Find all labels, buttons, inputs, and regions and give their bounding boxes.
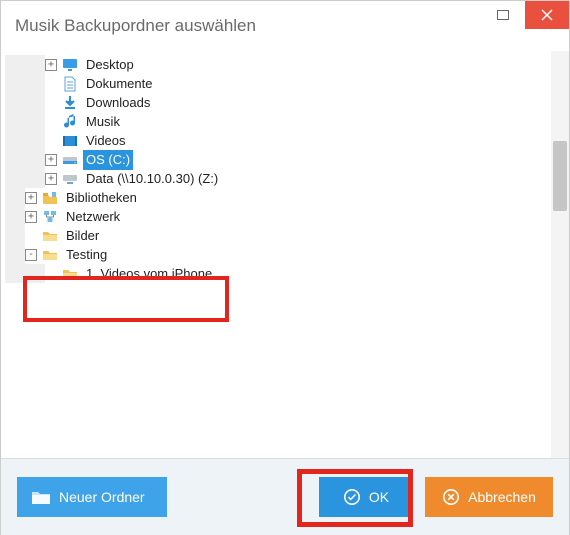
tree-item[interactable]: - Testing	[5, 245, 561, 264]
library-icon	[41, 190, 59, 206]
network-icon	[41, 209, 59, 225]
tree-item-label: OS (C:)	[83, 150, 133, 170]
ok-label: OK	[369, 489, 389, 505]
expander-placeholder	[45, 116, 57, 128]
folder-icon	[31, 489, 51, 505]
tree-item-label: Testing	[63, 245, 110, 265]
titlebar-buttons	[481, 1, 569, 51]
close-circle-icon	[442, 488, 460, 506]
tree-item-label: Data (\\10.10.0.30) (Z:)	[83, 169, 221, 189]
expander-placeholder	[45, 268, 57, 280]
tree-item-label: Netzwerk	[63, 207, 123, 227]
tree-item-label: Musik	[83, 112, 123, 132]
tree-item-label: Bibliotheken	[63, 188, 140, 208]
ok-button[interactable]: OK	[319, 477, 413, 517]
scrollbar-thumb[interactable]	[553, 141, 567, 211]
tree-item-label: Bilder	[63, 226, 102, 246]
folder-tree[interactable]: + DesktopDokumenteDownloadsMusikVideos + OS…	[5, 55, 561, 283]
collapse-icon[interactable]: -	[25, 249, 37, 261]
cancel-button[interactable]: Abbrechen	[425, 477, 553, 517]
tree-item[interactable]: Dokumente	[5, 74, 561, 93]
scrollbar-track[interactable]	[551, 51, 569, 458]
tree-item[interactable]: + OS (C:)	[5, 150, 561, 169]
video-icon	[61, 133, 79, 149]
expander-placeholder	[45, 135, 57, 147]
tree-item[interactable]: 1. Videos vom iPhone	[5, 264, 561, 283]
expand-icon[interactable]: +	[25, 211, 37, 223]
drive-icon	[61, 152, 79, 168]
download-icon	[61, 95, 79, 111]
expand-icon[interactable]: +	[45, 154, 57, 166]
expander-placeholder	[45, 97, 57, 109]
folder-icon	[41, 247, 59, 263]
new-folder-label: Neuer Ordner	[59, 489, 145, 505]
cancel-label: Abbrechen	[468, 489, 536, 505]
folder-icon	[61, 266, 79, 282]
tree-item[interactable]: + Data (\\10.10.0.30) (Z:)	[5, 169, 561, 188]
tree-item-label: Downloads	[83, 93, 153, 113]
expander-placeholder	[25, 230, 37, 242]
tree-item[interactable]: + Bibliotheken	[5, 188, 561, 207]
titlebar: Musik Backupordner auswählen	[1, 1, 569, 51]
maximize-button[interactable]	[481, 1, 525, 29]
tree-item-label: 1. Videos vom iPhone	[83, 264, 215, 284]
folder-icon	[41, 228, 59, 244]
expand-icon[interactable]: +	[45, 173, 57, 185]
tree-item[interactable]: + Netzwerk	[5, 207, 561, 226]
tree-item[interactable]: + Desktop	[5, 55, 561, 74]
tree-item[interactable]: Bilder	[5, 226, 561, 245]
netdrive-icon	[61, 171, 79, 187]
check-circle-icon	[343, 488, 361, 506]
tree-item-label: Dokumente	[83, 74, 155, 94]
tree-item[interactable]: Downloads	[5, 93, 561, 112]
document-icon	[61, 76, 79, 92]
folder-tree-area: + DesktopDokumenteDownloadsMusikVideos + OS…	[1, 51, 569, 459]
new-folder-button[interactable]: Neuer Ordner	[17, 477, 167, 517]
tree-item-label: Videos	[83, 131, 129, 151]
expand-icon[interactable]: +	[25, 192, 37, 204]
music-icon	[61, 114, 79, 130]
expander-placeholder	[45, 78, 57, 90]
tree-item[interactable]: Musik	[5, 112, 561, 131]
tree-item[interactable]: Videos	[5, 131, 561, 150]
window-title: Musik Backupordner auswählen	[15, 16, 256, 36]
close-button[interactable]	[525, 1, 569, 29]
tree-item-label: Desktop	[83, 55, 137, 75]
desktop-icon	[61, 57, 79, 73]
expand-icon[interactable]: +	[45, 59, 57, 71]
dialog-footer: Neuer Ordner OK Abbrechen	[1, 459, 569, 535]
